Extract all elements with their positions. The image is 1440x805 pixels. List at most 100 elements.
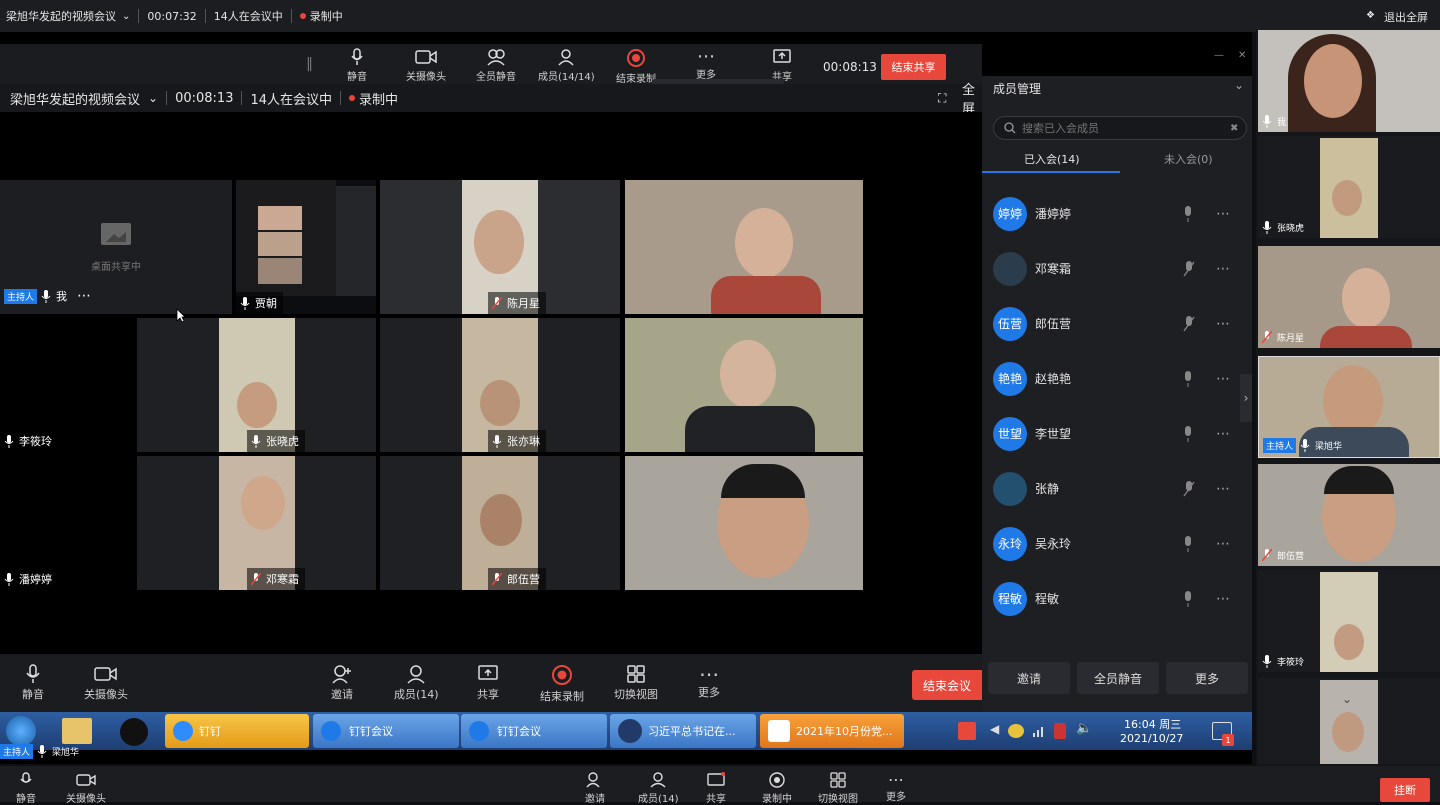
tab-not-joined[interactable]: 未入会(0)	[1164, 151, 1213, 167]
member-row[interactable]: 永玲 吴永玲 ⋯	[982, 516, 1252, 571]
chevron-right-icon[interactable]: ›	[1240, 374, 1252, 422]
strip-thumb-langwuying[interactable]: 郎伍营	[1258, 464, 1440, 566]
video-tile-12[interactable]	[625, 456, 863, 590]
member-search-input[interactable]	[1022, 121, 1222, 135]
end-meeting-button[interactable]: 结束会议	[912, 670, 982, 700]
more-dots-icon[interactable]: ⋯	[1216, 316, 1231, 332]
bottom-camera-button[interactable]: 关摄像头	[84, 664, 128, 702]
outer-switch-view-button[interactable]: 切换视图	[818, 772, 858, 805]
member-search-box[interactable]: ✖	[993, 116, 1247, 140]
video-tile-denghanshuang[interactable]: 邓寒霜	[137, 456, 376, 590]
outer-invite-button[interactable]: 邀请	[585, 772, 605, 805]
volume-icon[interactable]: 🔈	[1076, 721, 1092, 736]
more-dots-icon[interactable]: ⋯	[1216, 426, 1231, 442]
clear-icon[interactable]: ✖	[1230, 123, 1238, 134]
video-tile-self[interactable]: 桌面共享中 主持人 我 ⋯	[0, 180, 232, 314]
exit-fullscreen-button[interactable]: 退出全屏	[1384, 9, 1428, 25]
end-share-button[interactable]: 结束共享	[881, 54, 946, 80]
network-icon[interactable]	[1032, 724, 1046, 738]
strip-thumb-self[interactable]: 我	[1258, 30, 1440, 132]
shared-screen-preview	[236, 180, 336, 296]
tray-arrow-icon[interactable]: ◀	[990, 722, 999, 736]
strip-thumb-lixiaoling[interactable]: 李筱玲	[1258, 570, 1440, 672]
video-tile-8[interactable]	[625, 318, 863, 452]
video-tile-jiachao[interactable]: 贾朝	[236, 180, 376, 314]
drag-handle-icon[interactable]: ‖	[306, 56, 313, 72]
panel-mute-all-button[interactable]: 全员静音	[1077, 662, 1159, 694]
outer-recording-button[interactable]: 录制中	[762, 772, 792, 805]
more-dots-icon[interactable]: ⋯	[1216, 261, 1231, 277]
inner-members-button[interactable]: 成员(14/14)	[538, 48, 595, 83]
tray-date[interactable]: 2021/10/27	[1120, 732, 1183, 745]
video-tile-pantingting[interactable]: 潘婷婷	[0, 456, 135, 590]
close-icon[interactable]: ✕	[1238, 50, 1246, 61]
inner-end-record-button[interactable]: 结束录制	[616, 48, 656, 85]
member-row[interactable]: 艳艳 赵艳艳 ⋯	[982, 351, 1252, 406]
chevron-down-icon[interactable]: ⌄	[122, 11, 130, 22]
outer-camera-button[interactable]: 关摄像头	[66, 772, 106, 805]
video-tile-4[interactable]	[625, 180, 863, 314]
member-row[interactable]: 伍营 郎伍营 ⋯	[982, 296, 1252, 351]
bottom-members-button[interactable]: 成员(14)	[394, 664, 439, 702]
member-row[interactable]: 张静 ⋯	[982, 461, 1252, 516]
tray-time[interactable]: 16:04 周三	[1124, 716, 1181, 732]
chevron-down-icon[interactable]: ⌄	[1342, 692, 1352, 706]
outer-mute-button[interactable]: 静音	[16, 772, 36, 805]
bottom-mute-button[interactable]: 静音	[22, 664, 44, 702]
strip-thumb-chenyuexing[interactable]: 陈月星	[1258, 246, 1440, 348]
inner-more-button[interactable]: ⋯ 更多	[696, 48, 716, 82]
more-dots-icon[interactable]: ⋯	[1216, 206, 1231, 222]
taskbar-item-meeting-1[interactable]: 钉钉会议	[313, 714, 459, 748]
member-row[interactable]: 邓寒霜 ⋯	[982, 241, 1252, 296]
panel-more-button[interactable]: 更多	[1166, 662, 1248, 694]
video-tile-lixiaoling[interactable]: 李筱玲	[0, 318, 135, 452]
tray-app-icon[interactable]	[1008, 724, 1024, 738]
inner-meeting-title[interactable]: 梁旭华发起的视频会议	[10, 89, 140, 108]
more-dots-icon[interactable]: ⋯	[1216, 591, 1231, 607]
bottom-more-button[interactable]: ⋯ 更多	[698, 664, 720, 700]
taskbar-item-ppt[interactable]: 2021年10月份党...	[760, 714, 904, 748]
strip-thumb-partial[interactable]: ⌄	[1258, 678, 1440, 764]
bottom-invite-button[interactable]: 邀请	[331, 664, 353, 702]
outer-share-button[interactable]: 共享	[706, 772, 726, 805]
start-button[interactable]	[6, 716, 36, 746]
video-tile-chenyuexing[interactable]: 陈月星	[380, 180, 620, 314]
fullscreen-icon[interactable]: ⛶	[938, 91, 946, 106]
member-row[interactable]: 世望 李世望 ⋯	[982, 406, 1252, 461]
exit-fullscreen-icon[interactable]: ❖	[1366, 10, 1375, 21]
outer-members-button[interactable]: 成员(14)	[638, 772, 679, 805]
outer-more-button[interactable]: ⋯ 更多	[886, 772, 906, 804]
inner-mute-all-button[interactable]: 全员静音	[476, 48, 516, 83]
chevron-down-icon[interactable]: ⌄	[1234, 78, 1244, 92]
more-dots-icon[interactable]: ⋯	[1216, 536, 1231, 552]
video-tile-zhangxiaohu[interactable]: 张晓虎	[137, 318, 376, 452]
meeting-title[interactable]: 梁旭华发起的视频会议	[6, 8, 116, 24]
video-tile-zhangyilin[interactable]: 张亦琳	[380, 318, 620, 452]
video-tile-langwuying[interactable]: 郎伍营	[380, 456, 620, 590]
bottom-end-record-button[interactable]: 结束录制	[540, 664, 584, 704]
qq-icon[interactable]	[120, 718, 148, 746]
inner-share-button[interactable]: 共享	[772, 48, 792, 83]
inner-camera-button[interactable]: 关摄像头	[406, 48, 446, 83]
invite-button[interactable]: 邀请	[988, 662, 1070, 694]
more-dots-icon[interactable]: ⋯	[1216, 371, 1231, 387]
taskbar-item-dingtalk[interactable]: 钉钉	[165, 714, 309, 748]
chevron-down-icon[interactable]: ⌄	[148, 91, 158, 105]
more-dots-icon[interactable]: ⋯	[1216, 481, 1231, 497]
strip-thumb-liangxuhua[interactable]: 主持人 梁旭华	[1258, 356, 1440, 458]
sogou-tray-icon[interactable]	[958, 722, 976, 740]
member-row[interactable]: 婷婷 潘婷婷 ⋯	[982, 186, 1252, 241]
bottom-switch-view-button[interactable]: 切换视图	[614, 664, 658, 702]
taskbar-item-video[interactable]: 习近平总书记在...	[610, 714, 756, 748]
more-dots-icon[interactable]: ⋯	[77, 288, 91, 304]
bottom-share-button[interactable]: 共享	[477, 664, 499, 702]
member-row[interactable]: 程敏 程敏 ⋯	[982, 571, 1252, 626]
folder-icon[interactable]	[62, 718, 92, 744]
strip-thumb-zhangxiaohu[interactable]: 张晓虎	[1258, 136, 1440, 238]
tab-joined[interactable]: 已入会(14)	[1024, 151, 1080, 167]
tray-security-icon[interactable]	[1054, 723, 1066, 739]
minimize-icon[interactable]: —	[1214, 50, 1224, 61]
inner-mute-button[interactable]: 静音	[347, 48, 367, 83]
taskbar-item-meeting-2[interactable]: 钉钉会议	[461, 714, 607, 748]
hangup-button[interactable]: 挂断	[1380, 778, 1430, 802]
